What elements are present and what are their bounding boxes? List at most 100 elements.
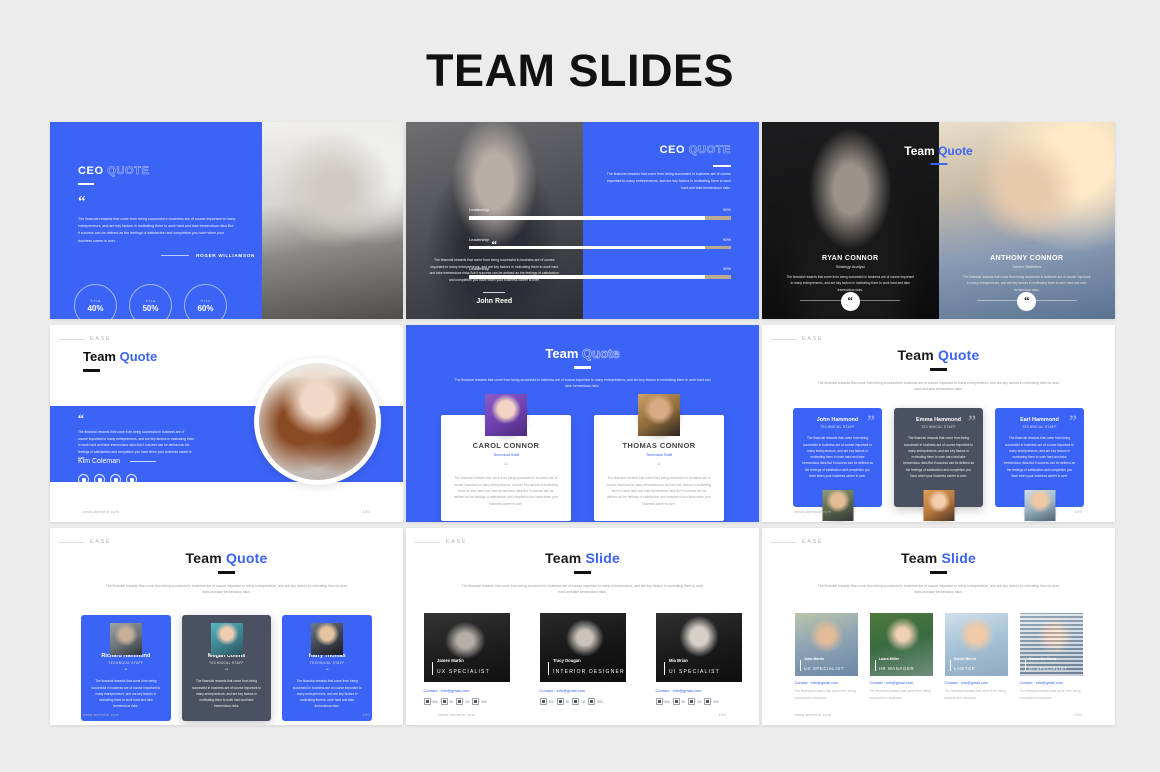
- instagram-icon[interactable]: [78, 474, 89, 485]
- title-rule: [930, 163, 947, 165]
- eyebrow-label: EASE: [446, 539, 468, 545]
- member-card[interactable]: Tracy Dougan INTERIOR DESIGNER Contact :…: [539, 613, 626, 706]
- youtube-icon[interactable]: 1M: [688, 698, 701, 706]
- slide-team-slide-color[interactable]: EASE Team Slide The financial rewards th…: [762, 528, 1115, 725]
- contact-email[interactable]: Contact : info@gmail.com: [540, 688, 626, 693]
- title-part-a: Team: [904, 144, 935, 158]
- slide-team-slide-bw[interactable]: EASE Team Slide The financial rewards th…: [406, 528, 759, 725]
- twitter-icon[interactable]: 5k: [672, 698, 685, 706]
- title-rule: [930, 368, 947, 371]
- contact-email[interactable]: Contact : info@gmail.com: [870, 681, 933, 685]
- person-role: UX SPECIALIST: [803, 666, 845, 672]
- heading-solid: CEO: [659, 144, 686, 156]
- slide-title: Team Quote: [904, 144, 972, 158]
- portrait-photo-kim-coleman: [259, 363, 376, 480]
- stat-count: 50k: [481, 699, 487, 704]
- slide-heading: CEO QUOTE: [78, 165, 150, 178]
- testimonial-card[interactable]: ” Earl Hammond TECHNICAL STAFF The finan…: [995, 408, 1084, 522]
- member-card[interactable]: Samantha Davis UI SPECIALIST Contact : i…: [1019, 613, 1083, 700]
- slide-team-quote-three-cards[interactable]: EASE Team Quote The financial rewards th…: [762, 325, 1115, 522]
- page-title: TEAM SLIDES: [425, 45, 735, 96]
- eyebrow-rule: [770, 542, 796, 543]
- quote-badge-icon: “: [840, 292, 860, 311]
- facebook-icon[interactable]: 50k: [588, 698, 603, 706]
- facebook-icon[interactable]: [94, 474, 105, 485]
- member-photo: Daniel Burch LAWYER: [944, 613, 1008, 677]
- person-card[interactable]: THOMAS CONNOR Technical Staff “ The fina…: [594, 394, 724, 522]
- stat-label: TITLE: [200, 298, 211, 303]
- youtube-icon[interactable]: 1M: [572, 698, 585, 706]
- member-blurb: The financial rewards that come from bei…: [869, 689, 931, 700]
- person-role: TECHNICAL STAFF: [108, 661, 144, 666]
- person-role: Senior Statistics: [1012, 263, 1042, 269]
- heading-ghost: QUOTE: [107, 165, 150, 178]
- intro-text: The financial rewards that come from bei…: [606, 172, 731, 190]
- stat-count: 1M: [465, 699, 470, 704]
- linkedin-icon[interactable]: [126, 474, 137, 485]
- avatar: [638, 394, 680, 437]
- person-name: Daniel Burch: [953, 657, 976, 662]
- facebook-icon[interactable]: 50k: [472, 698, 487, 706]
- social-stats: 50k 5k 1M 50k: [423, 698, 510, 706]
- youtube-icon[interactable]: 1M: [456, 698, 470, 706]
- author-name: ROGER WILLIAMSON: [196, 253, 255, 258]
- slide-team-quote-portrait[interactable]: EASE Team Quote “ The financial rewards …: [50, 325, 403, 522]
- avatar-photo: [109, 623, 142, 656]
- testimonial-card[interactable]: Megan Collins TECHNICAL STAFF “ The fina…: [181, 615, 272, 721]
- stat-value: 50%: [142, 303, 159, 313]
- member-card[interactable]: Daniel Burch LAWYER Contact : info@gmail…: [944, 613, 1008, 700]
- eyebrow-label: EASE: [90, 539, 112, 545]
- website-label: www.website.com: [439, 712, 476, 717]
- member-photo: Tracy Dougan INTERIOR DESIGNER: [539, 613, 626, 683]
- contact-email[interactable]: Contact : info@gmail.com: [945, 681, 1008, 685]
- quote-mark-icon: “: [78, 411, 84, 425]
- testimonial-card[interactable]: Richard Hammond TECHNICAL STAFF “ The fi…: [81, 615, 171, 721]
- slide-team-quote-duo[interactable]: Team Quote RYAN CONNOR Strategy Analyst …: [762, 122, 1115, 319]
- eyebrow-label: EASE: [802, 539, 824, 545]
- slide-subtitle: The financial rewards that come from bei…: [454, 377, 711, 389]
- avatar-photo: [311, 623, 344, 656]
- card-row: John Martin UX SPECIALIST Contact : info…: [762, 613, 1115, 700]
- page-number: 230: [1074, 712, 1082, 717]
- twitter-icon[interactable]: 5k: [556, 698, 569, 706]
- member-card[interactable]: John Martin UX SPECIALIST Contact : info…: [794, 613, 858, 700]
- instagram-icon[interactable]: 50k: [423, 698, 438, 706]
- title-part-b: Quote: [225, 550, 268, 566]
- member-card[interactable]: Mia Brian UI SPECIALIST Contact : info@g…: [655, 613, 742, 706]
- website-label: www.website.com: [795, 712, 832, 717]
- contact-email[interactable]: Contact : info@gmail.com: [424, 688, 510, 693]
- heading-ghost: QUOTE: [688, 144, 731, 157]
- twitter-icon[interactable]: 5k: [440, 698, 453, 706]
- twitter-icon[interactable]: [110, 474, 121, 485]
- portrait-photo-man-street: [261, 122, 403, 319]
- quote-mark-icon: “: [504, 461, 508, 472]
- slide-subtitle: The financial rewards that come from bei…: [817, 583, 1060, 594]
- slide-team-quote-cards-blue[interactable]: Team Quote The financial rewards that co…: [406, 325, 759, 522]
- quote-mark-icon: “: [124, 667, 128, 676]
- slide-ceo-quote-right[interactable]: CEO QUOTE The financial rewards that com…: [406, 122, 759, 319]
- contact-email[interactable]: Contact : info@gmail.com: [795, 681, 858, 685]
- contact-email[interactable]: Contact : info@gmail.com: [656, 688, 742, 693]
- slide-team-quote-avatar-cards[interactable]: EASE Team Quote The financial rewards th…: [50, 528, 403, 725]
- card-row: CAROL CONNOR Technical Staff “ The finan…: [406, 394, 759, 522]
- avatar-ring: [254, 358, 381, 485]
- member-card[interactable]: James Martin UX SPECIALIST Contact : inf…: [423, 613, 510, 706]
- person-name: John Martin: [803, 657, 825, 662]
- testimonial-card[interactable]: ” Emma Hammond TECHNICAL STAFF The finan…: [894, 408, 983, 522]
- person-name: ANTHONY CONNOR: [990, 254, 1064, 262]
- testimonial-card[interactable]: Harry Thomas TECHNICAL STAFF “ The finan…: [282, 615, 373, 721]
- person-card[interactable]: CAROL CONNOR Technical Staff “ The finan…: [441, 394, 571, 522]
- contact-email[interactable]: Contact : info@gmail.com: [1020, 681, 1083, 685]
- social-links[interactable]: [78, 474, 137, 485]
- testimonial-card[interactable]: ” John Hammond TECHNICAL STAFF The finan…: [793, 408, 882, 522]
- member-card[interactable]: Laura Miller HR MANAGER Contact : info@g…: [869, 613, 933, 700]
- slide-ceo-quote-left[interactable]: CEO QUOTE “ The financial rewards that c…: [50, 122, 403, 319]
- person-quote: The financial rewards that come from bei…: [453, 476, 559, 506]
- photo-overlay: James Martin UX SPECIALIST: [431, 649, 490, 676]
- instagram-icon[interactable]: 50k: [655, 698, 670, 706]
- person-card: ANTHONY CONNOR Senior Statistics The fin…: [939, 255, 1116, 319]
- instagram-icon[interactable]: 50k: [539, 698, 554, 706]
- card-row: Richard Hammond TECHNICAL STAFF “ The fi…: [50, 615, 403, 721]
- facebook-icon[interactable]: 50k: [704, 698, 719, 706]
- person-name: Kim Coleman: [78, 458, 121, 465]
